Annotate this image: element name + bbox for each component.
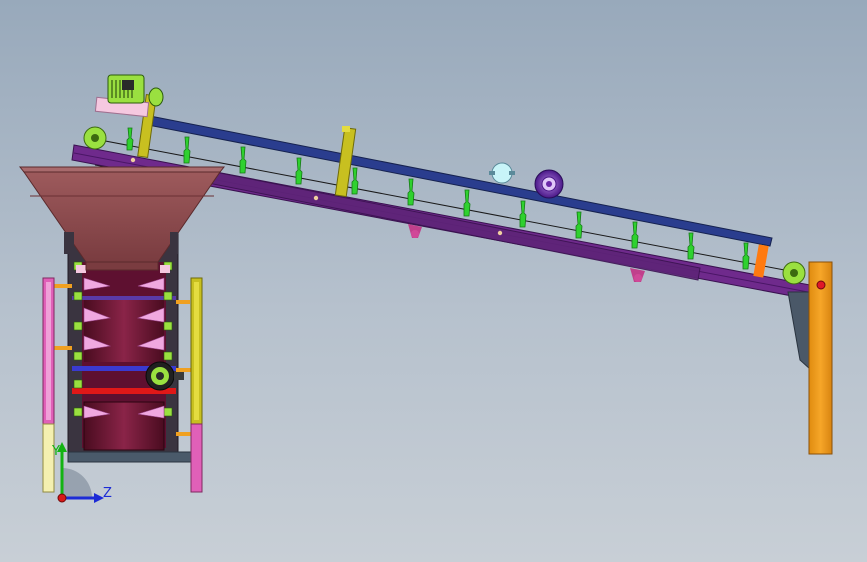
cad-viewport[interactable]: Y Z bbox=[0, 0, 867, 562]
hopper-outlet bbox=[85, 261, 159, 271]
mount-tab-2 bbox=[160, 265, 170, 273]
base-frame bbox=[67, 451, 193, 463]
support-leg-column bbox=[808, 261, 833, 455]
right-side-post[interactable] bbox=[190, 277, 203, 493]
hopper-side-lug-left bbox=[64, 232, 74, 254]
cleat bbox=[239, 146, 247, 174]
pivot-pin bbox=[816, 280, 826, 290]
cleat bbox=[407, 178, 415, 206]
cleat bbox=[519, 200, 527, 228]
cleat bbox=[183, 136, 191, 164]
triad-origin bbox=[57, 493, 67, 503]
cleat bbox=[631, 221, 639, 249]
assembly-drawing: Y Z bbox=[18, 74, 833, 503]
drum-top bbox=[84, 300, 164, 362]
tail-roller[interactable] bbox=[782, 261, 806, 285]
cleat bbox=[463, 189, 471, 217]
triad-quadrant bbox=[62, 468, 92, 498]
return-beam[interactable] bbox=[202, 169, 701, 281]
cleat bbox=[295, 157, 303, 185]
head-roller[interactable] bbox=[83, 126, 107, 150]
cleat bbox=[126, 127, 134, 151]
beam-bolt-3 bbox=[497, 230, 503, 236]
hopper[interactable] bbox=[18, 166, 226, 271]
gauge[interactable] bbox=[489, 162, 515, 184]
cleat bbox=[742, 242, 750, 270]
rotary-drum[interactable] bbox=[83, 401, 165, 451]
cleat bbox=[351, 167, 359, 195]
beam-bolt-2 bbox=[313, 195, 319, 201]
crossbar-1 bbox=[72, 296, 176, 300]
hanger-bolt-1 bbox=[411, 230, 419, 238]
z-axis-label: Z bbox=[103, 486, 112, 501]
hanger-bolt-2 bbox=[634, 274, 642, 282]
roller-icon bbox=[790, 269, 798, 277]
hopper-side-lug-right bbox=[170, 232, 178, 254]
hopper-lip bbox=[18, 166, 226, 173]
mount-tab-1 bbox=[76, 265, 86, 273]
tension-pulley[interactable] bbox=[534, 169, 564, 199]
cleat-row bbox=[126, 127, 750, 270]
hopper-funnel bbox=[23, 171, 221, 263]
end-plate bbox=[753, 244, 769, 278]
y-axis-label: Y bbox=[51, 444, 60, 459]
beam-bolt-1 bbox=[130, 157, 136, 163]
cleat bbox=[687, 232, 695, 260]
left-side-post[interactable] bbox=[42, 277, 55, 493]
cleat bbox=[575, 211, 583, 239]
roller-icon bbox=[91, 134, 99, 142]
